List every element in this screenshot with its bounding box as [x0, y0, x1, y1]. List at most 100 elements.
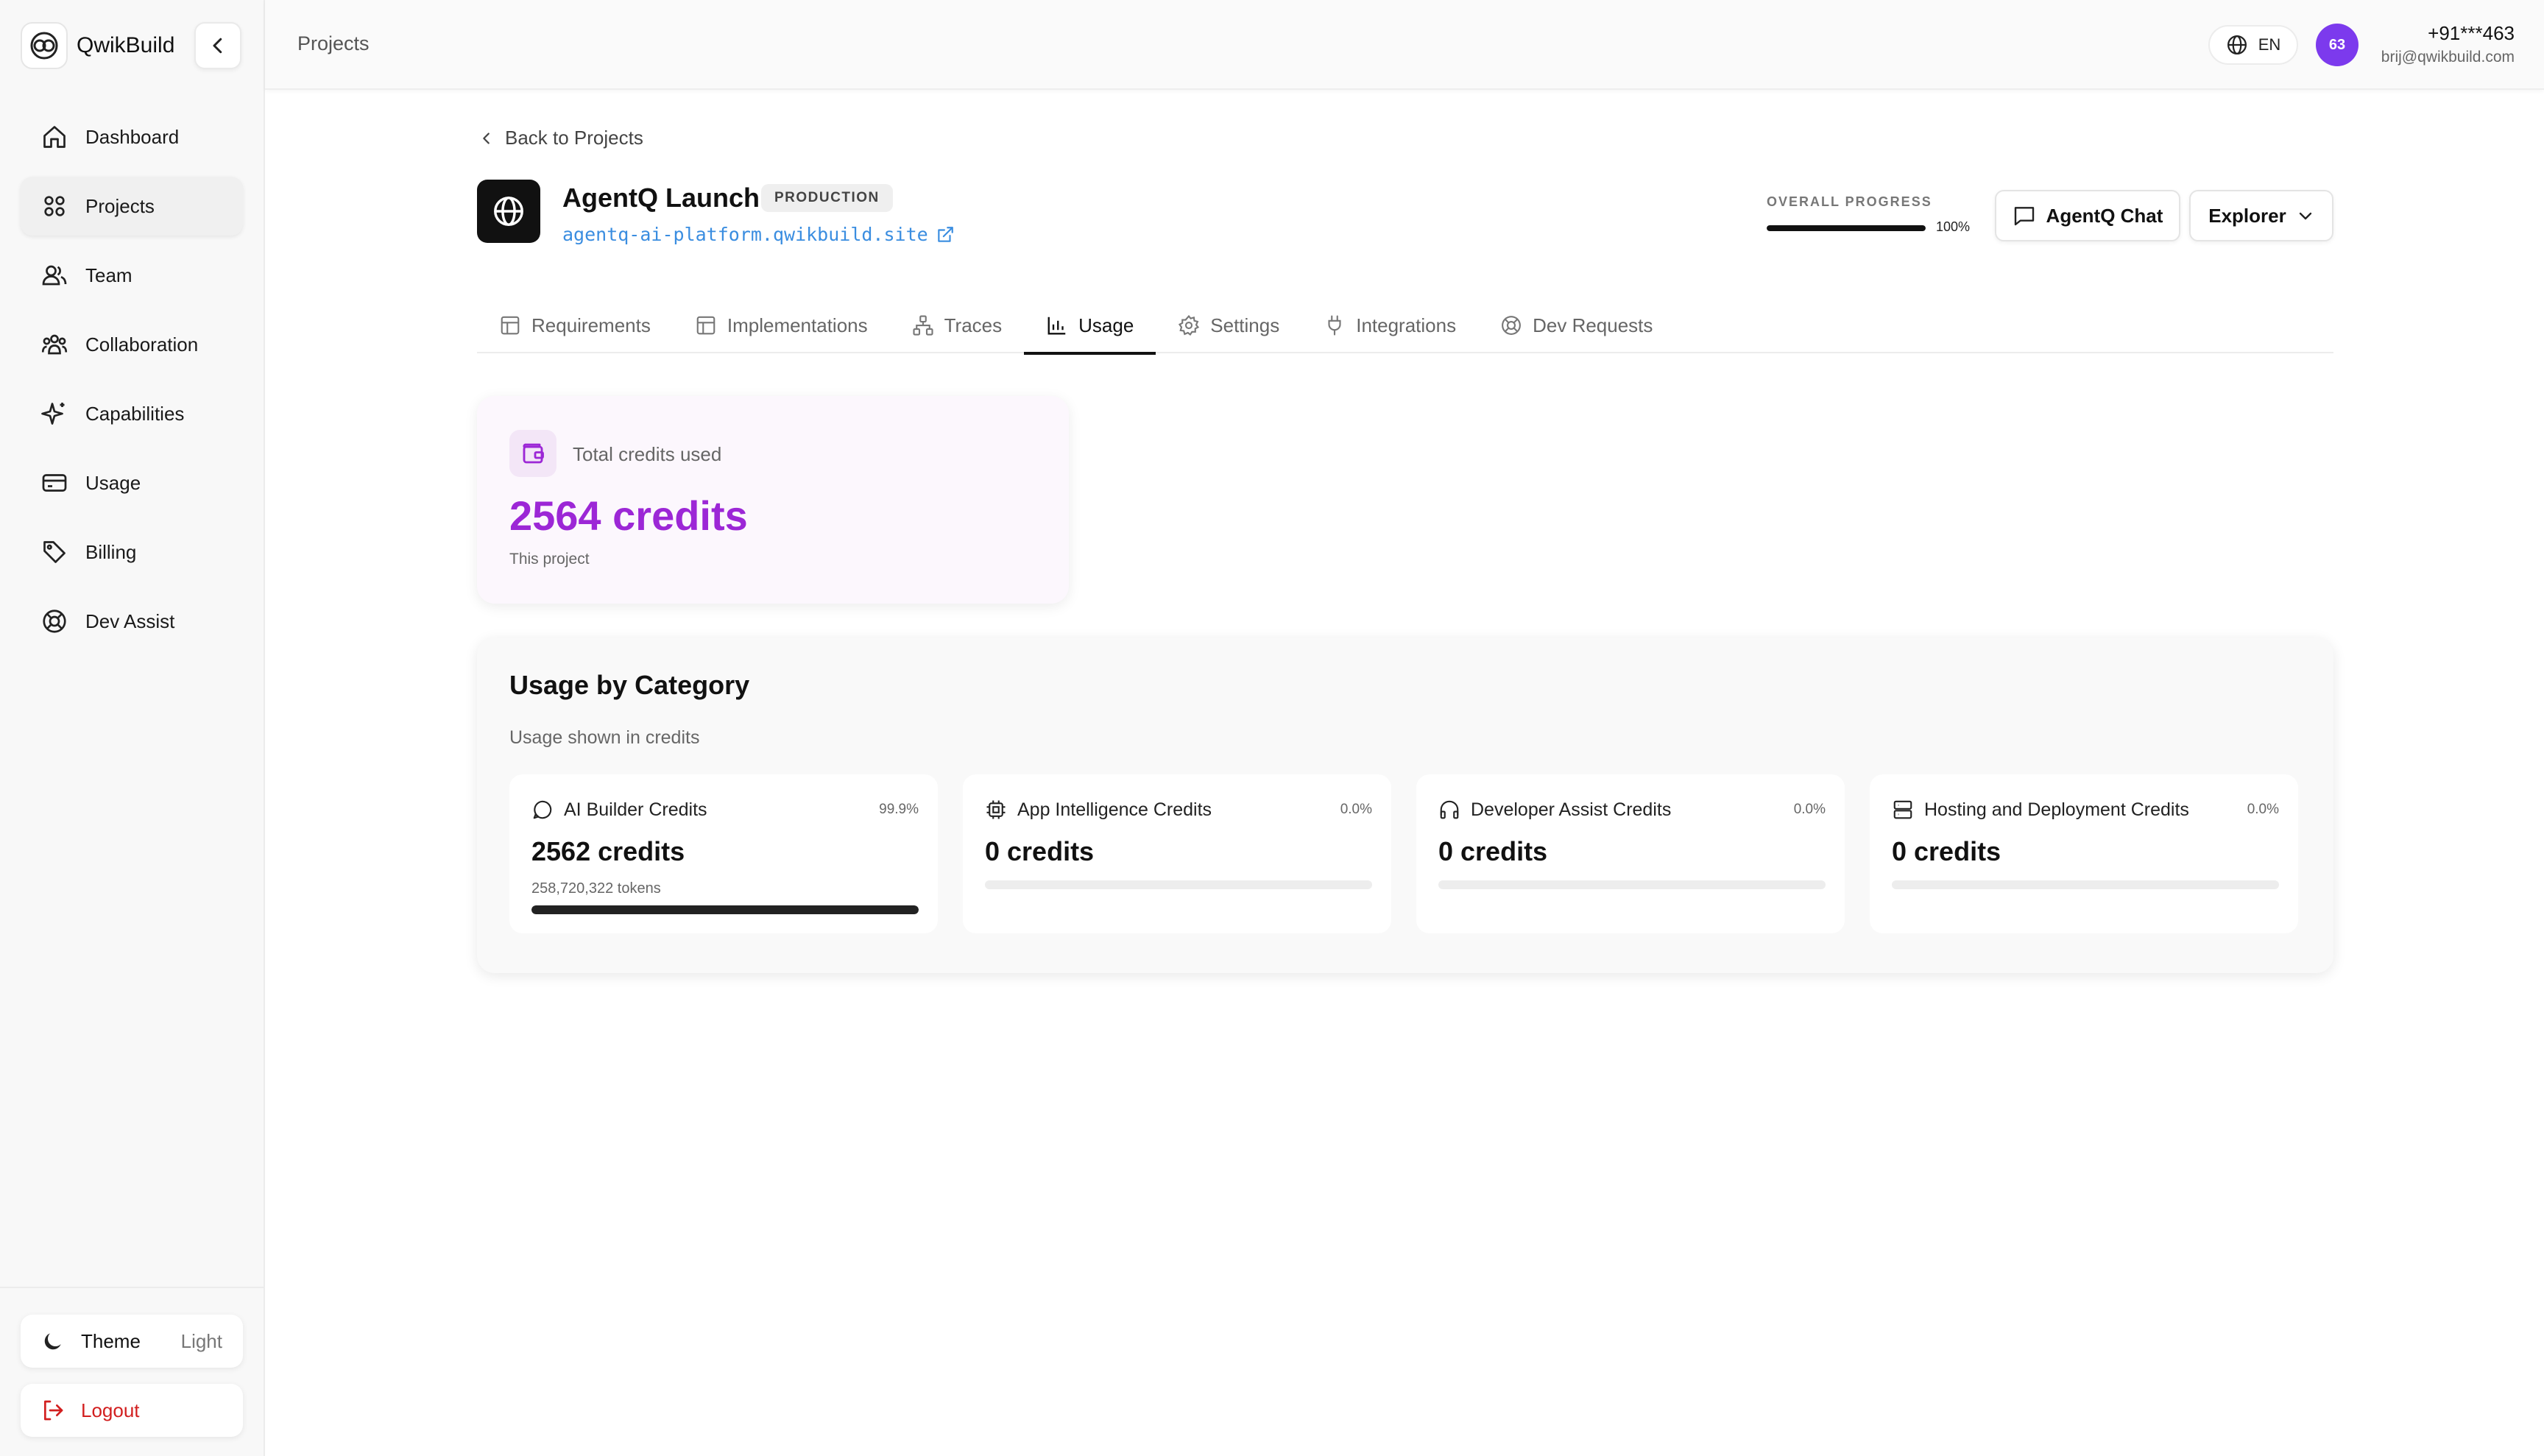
layout-icon [696, 316, 716, 335]
logout-icon [44, 1400, 63, 1421]
moon-icon [44, 1333, 61, 1350]
layout-icon [501, 316, 520, 335]
globe-icon [2227, 35, 2247, 54]
chevron-left-icon [483, 132, 490, 144]
network-icon [913, 315, 933, 336]
sidebar-item-label: Usage [85, 471, 141, 494]
tab-integrations[interactable]: Integrations [1301, 297, 1478, 353]
bar-chart-icon [1047, 317, 1066, 335]
usage-section-title: Usage by Category [509, 670, 750, 700]
tab-traces[interactable]: Traces [890, 297, 1025, 353]
tab-label: Requirements [531, 314, 651, 336]
user-phone: +91***463 [2428, 22, 2515, 44]
grid-icon [44, 196, 65, 216]
category-credits: 0 credits [1892, 836, 2001, 866]
category-progress-bar [985, 880, 1372, 889]
sidebar-item-projects[interactable]: Projects [21, 177, 243, 236]
lifebuoy-icon [1502, 316, 1522, 335]
explorer-dropdown-button[interactable]: Explorer [2189, 190, 2333, 241]
tag-icon [43, 541, 66, 563]
tab-label: Settings [1210, 314, 1280, 336]
sidebar-item-collaboration[interactable]: Collaboration [21, 315, 243, 374]
progress-label: OVERALL PROGRESS [1767, 194, 1932, 209]
category-credits: 0 credits [985, 836, 1095, 866]
category-name: Hosting and Deployment Credits [1924, 799, 2189, 820]
globe-icon [494, 197, 523, 226]
cpu-icon [986, 800, 1006, 819]
agentq-chat-label: AgentQ Chat [2046, 204, 2163, 227]
category-credits: 0 credits [1438, 836, 1548, 866]
project-tabs: Requirements Implementations Traces Usag… [477, 297, 2333, 355]
collapse-sidebar-button[interactable] [194, 22, 241, 69]
tab-implementations[interactable]: Implementations [673, 297, 890, 353]
total-credits-card: Total credits used 2564 credits This pro… [477, 396, 1069, 604]
category-card-ai-builder: AI Builder Credits 99.9% 2562 credits 25… [509, 774, 938, 933]
usage-by-category-card: Usage by Category Usage shown in credits… [477, 637, 2333, 973]
total-credits-value: 2564 credits [509, 492, 748, 539]
category-name: AI Builder Credits [564, 799, 707, 820]
category-percent: 99.9% [879, 802, 919, 817]
total-credits-scope: This project [509, 551, 590, 568]
sidebar-item-billing[interactable]: Billing [21, 523, 243, 582]
server-icon [1893, 800, 1912, 819]
project-url: agentq-ai-platform.qwikbuild.site [562, 224, 928, 245]
sidebar-item-usage[interactable]: Usage [21, 453, 243, 512]
sidebar: QwikBuild Dashboard Projects Team Collab… [0, 0, 265, 1456]
sidebar-item-label: Dashboard [85, 125, 180, 148]
category-progress-bar [1892, 880, 2279, 889]
users-icon [42, 265, 67, 286]
sidebar-item-dev-assist[interactable]: Dev Assist [21, 592, 243, 651]
tab-label: Integrations [1356, 314, 1457, 336]
back-to-projects-link[interactable]: Back to Projects [478, 127, 643, 149]
progress-percent: 100% [1936, 219, 1971, 234]
top-bar: Projects EN 63 +91***463 brij@qwikbuild.… [265, 0, 2544, 90]
tab-settings[interactable]: Settings [1156, 297, 1301, 353]
chevron-down-icon [2299, 212, 2311, 220]
language-selector[interactable]: EN [2208, 25, 2298, 65]
logout-button[interactable]: Logout [21, 1384, 243, 1437]
explorer-label: Explorer [2208, 204, 2286, 227]
category-percent: 0.0% [1340, 802, 1372, 817]
gear-icon [1179, 314, 1200, 336]
category-progress-bar [1438, 880, 1826, 889]
tab-usage[interactable]: Usage [1024, 297, 1156, 355]
theme-toggle[interactable]: Theme Light [21, 1315, 243, 1368]
category-card-hosting-deployment: Hosting and Deployment Credits 0.0% 0 cr… [1870, 774, 2298, 933]
progress-bar-fill [1767, 225, 1926, 231]
headphones-icon [1440, 800, 1459, 819]
avatar[interactable]: 63 [2316, 24, 2358, 66]
agentq-chat-button[interactable]: AgentQ Chat [1995, 190, 2180, 241]
sidebar-item-label: Team [85, 264, 132, 286]
category-progress-fill [531, 905, 919, 914]
environment-badge: PRODUCTION [761, 184, 893, 212]
breadcrumb[interactable]: Projects [297, 32, 370, 55]
back-label: Back to Projects [505, 127, 643, 149]
sidebar-item-capabilities[interactable]: Capabilities [21, 384, 243, 443]
sidebar-item-label: Projects [85, 194, 155, 217]
language-label: EN [2258, 35, 2281, 54]
credit-card-icon [42, 474, 67, 492]
category-card-app-intelligence: App Intelligence Credits 0.0% 0 credits [963, 774, 1391, 933]
tab-label: Implementations [727, 314, 868, 336]
total-credits-label: Total credits used [573, 443, 722, 465]
category-name: Developer Assist Credits [1471, 799, 1672, 820]
sidebar-item-team[interactable]: Team [21, 246, 243, 305]
chat-bubble-icon [533, 800, 552, 819]
tab-label: Dev Requests [1533, 314, 1653, 336]
tab-requirements[interactable]: Requirements [477, 297, 673, 353]
usage-section-subtitle: Usage shown in credits [509, 727, 700, 748]
chat-icon [2014, 207, 2034, 226]
external-link-icon [937, 226, 953, 242]
sidebar-item-dashboard[interactable]: Dashboard [21, 107, 243, 166]
category-percent: 0.0% [2247, 802, 2279, 817]
tab-dev-requests[interactable]: Dev Requests [1478, 297, 1675, 353]
plug-icon [1328, 315, 1341, 336]
category-tokens: 258,720,322 tokens [531, 880, 661, 897]
category-percent: 0.0% [1793, 802, 1826, 817]
brand-name: QwikBuild [77, 33, 175, 57]
sidebar-divider [0, 1287, 264, 1288]
project-url-link[interactable]: agentq-ai-platform.qwikbuild.site [562, 224, 955, 245]
home-icon [43, 126, 66, 148]
tab-label: Traces [944, 314, 1003, 336]
group-icon [41, 334, 68, 355]
